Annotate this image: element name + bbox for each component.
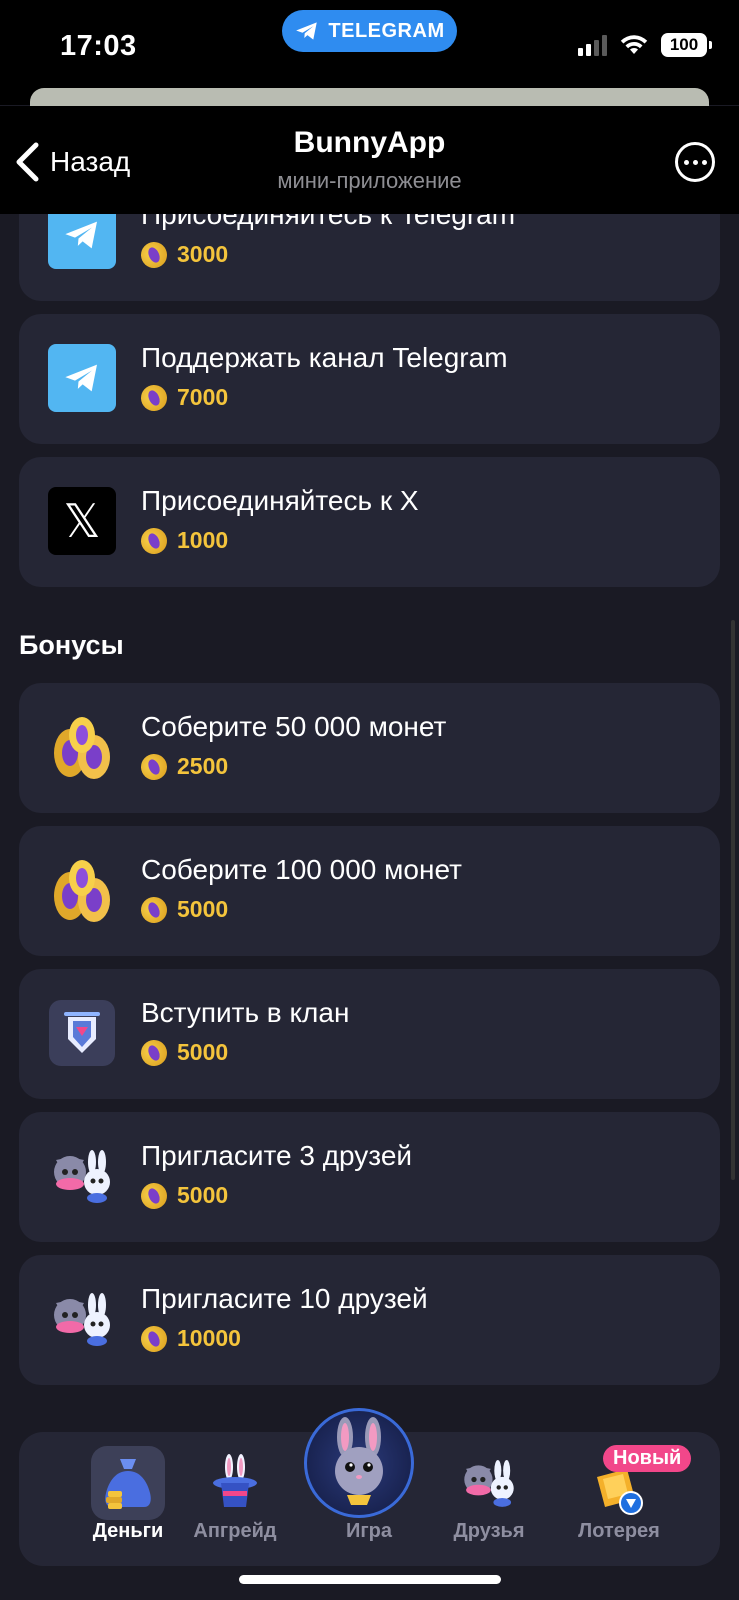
tab-label: Игра	[345, 1520, 393, 1542]
bonus-reward: 5000	[136, 1035, 229, 1070]
coin-icon	[136, 1035, 172, 1070]
telegram-pill-label: TELEGRAM	[328, 19, 445, 42]
telegram-pill[interactable]: TELEGRAM	[282, 10, 457, 52]
task-title: Присоединяйтесь к X	[141, 485, 419, 516]
home-indicator[interactable]	[239, 1575, 501, 1584]
bonuses-heading: Бонусы	[19, 630, 124, 660]
coins-pile-icon	[48, 713, 116, 781]
task-reward: 7000	[136, 380, 229, 415]
tasks-list[interactable]: Присоединяйтесь к Telegram 3000 Поддержа…	[0, 214, 739, 1414]
tab-money[interactable]: Деньги	[68, 1432, 188, 1566]
bonus-card[interactable]: Соберите 50 000 монет 2500	[19, 683, 720, 813]
wifi-icon	[620, 35, 648, 54]
bonus-reward: 10000	[136, 1321, 241, 1356]
bonus-card[interactable]: Соберите 100 000 монет 5000	[19, 826, 720, 956]
bonus-card[interactable]: Пригласите 10 друзей 10000	[19, 1255, 720, 1385]
task-title: Поддержать канал Telegram	[141, 342, 508, 373]
app-title: BunnyApp	[293, 126, 446, 159]
coin-icon	[136, 892, 172, 927]
task-card[interactable]: 𝕏 Присоединяйтесь к X 1000	[19, 457, 720, 587]
magic-hat-icon	[198, 1446, 272, 1520]
coin-icon	[136, 380, 172, 415]
tab-label: Лотерея	[578, 1520, 660, 1542]
coin-icon	[136, 1178, 172, 1213]
reward-value: 7000	[177, 384, 229, 410]
task-title: Присоединяйтесь к Telegram	[141, 214, 516, 230]
tab-friends[interactable]: Друзья	[429, 1432, 549, 1566]
coins-pile-icon	[48, 856, 116, 924]
app-subtitle: мини-приложение	[277, 168, 462, 193]
bottom-nav: Деньги Апгрейд Игра Друзья Лотерея Новый	[19, 1408, 720, 1566]
coin-icon	[136, 1321, 172, 1356]
task-icon	[48, 999, 116, 1067]
coin-icon	[136, 749, 172, 784]
tab-label: Деньги	[92, 1520, 164, 1542]
signal-icon	[578, 34, 607, 56]
bonus-title: Пригласите 3 друзей	[141, 1140, 413, 1171]
bonus-card[interactable]: Вступить в клан 5000	[19, 969, 720, 1099]
tab-upgrade[interactable]: Апгрейд	[175, 1432, 295, 1566]
more-dot-icon	[692, 159, 698, 165]
bonus-title: Пригласите 10 друзей	[141, 1283, 428, 1314]
friends-icon	[48, 1142, 116, 1210]
tab-label: Апгрейд	[193, 1520, 277, 1542]
status-time: 17:03	[60, 30, 137, 62]
more-dot-icon	[683, 159, 689, 165]
task-icon: 𝕏	[48, 487, 116, 555]
reward-value: 3000	[177, 241, 229, 267]
task-icon	[48, 214, 116, 269]
telegram-icon	[48, 214, 116, 269]
status-icons: 100	[578, 33, 712, 57]
reward-value: 2500	[177, 753, 229, 779]
bonus-reward: 5000	[136, 892, 229, 927]
friends-icon	[48, 1285, 116, 1353]
telegram-icon	[48, 344, 116, 412]
coin-icon	[136, 237, 172, 272]
reward-value: 10000	[177, 1325, 241, 1351]
x-icon: 𝕏	[48, 487, 116, 555]
task-icon	[48, 344, 116, 412]
bonus-card[interactable]: Пригласите 3 друзей 5000	[19, 1112, 720, 1242]
more-dot-icon	[701, 159, 707, 165]
task-reward: 1000	[136, 523, 229, 558]
clan-shield-icon	[49, 1000, 115, 1066]
reward-value: 1000	[177, 527, 229, 553]
tab-game[interactable]: Игра	[304, 1408, 429, 1566]
bonus-reward: 2500	[136, 749, 229, 784]
bonus-title: Соберите 50 000 монет	[141, 711, 447, 742]
money-bag-icon	[91, 1446, 165, 1520]
bunny-avatar-icon	[304, 1408, 414, 1518]
telegram-plane-icon	[296, 22, 318, 40]
task-card[interactable]: Присоединяйтесь к Telegram 3000	[19, 214, 720, 301]
nav-header: Назад BunnyApp мини-приложение	[0, 106, 739, 214]
scrollbar[interactable]	[731, 620, 735, 1180]
battery-icon: 100	[661, 33, 712, 57]
reward-value: 5000	[177, 896, 229, 922]
task-card[interactable]: Поддержать канал Telegram 7000	[19, 314, 720, 444]
tab-label: Друзья	[453, 1520, 525, 1542]
bonus-reward: 5000	[136, 1178, 229, 1213]
task-reward: 3000	[136, 237, 229, 272]
coin-icon	[136, 523, 172, 558]
friends-icon	[452, 1446, 526, 1520]
bonus-title: Соберите 100 000 монет	[141, 854, 462, 885]
reward-value: 5000	[177, 1182, 229, 1208]
more-options-button[interactable]	[675, 142, 715, 182]
bonus-title: Вступить в клан	[141, 997, 350, 1028]
reward-value: 5000	[177, 1039, 229, 1065]
new-badge: Новый	[603, 1445, 692, 1472]
